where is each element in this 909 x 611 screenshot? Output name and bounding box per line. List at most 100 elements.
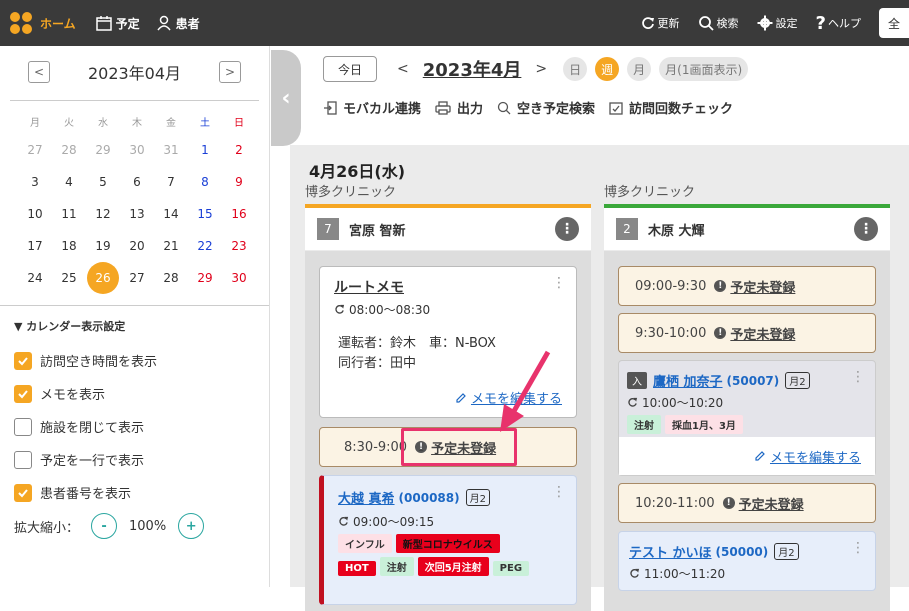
edit-memo-link[interactable]: メモを編集する [754,447,861,466]
next-month-button[interactable]: > [219,61,241,83]
calendar-day[interactable]: 23 [222,233,256,259]
search-button[interactable]: 検索 [698,15,739,31]
checkbox-unchecked-icon[interactable] [14,417,32,436]
today-button[interactable]: 今日 [323,56,378,82]
prev-period-icon[interactable]: < [397,61,409,77]
prev-month-button[interactable]: < [28,61,50,83]
calendar-day[interactable]: 4 [52,169,86,195]
patient-card[interactable]: ⋮ テスト かいほ (50000) 月2 11:00〜11:20 [618,531,876,591]
pencil-icon [456,392,466,403]
free-slot[interactable]: 10:20-11:00 ! 予定未登録 [618,483,876,523]
calendar-day-today[interactable]: 26 [86,262,120,294]
calendar-day[interactable]: 12 [86,201,120,227]
calendar-day[interactable]: 27 [120,265,154,291]
tag-row: インフル 新型コロナウイルス [338,534,562,553]
option-single-line[interactable]: 予定を一行で表示 [14,443,269,476]
calendar-day[interactable]: 11 [52,201,86,227]
patient-name[interactable]: 大越 真希 [338,488,395,507]
patient-id: (000088) [398,490,460,505]
unregistered-link[interactable]: ! 予定未登録 [714,277,795,296]
calendar-day[interactable]: 22 [188,233,222,259]
slot-time: 09:00-9:30 [635,278,707,294]
calendar-day[interactable]: 28 [154,265,188,291]
patient-name[interactable]: 鷹栖 加奈子 [653,371,723,390]
more-options-icon[interactable]: ⋮ [851,369,865,385]
nav-home[interactable]: ホーム [40,15,76,32]
calendar-day[interactable]: 29 [86,137,120,163]
current-month[interactable]: 2023年4月 [423,56,522,82]
view-week-button[interactable]: 週 [595,57,620,81]
calendar-day[interactable]: 15 [188,201,222,227]
calendar-day[interactable]: 13 [120,201,154,227]
help-button[interactable]: ? ヘルプ [816,13,861,34]
calendar-day[interactable]: 14 [154,201,188,227]
unregistered-link[interactable]: ! 予定未登録 [722,494,804,513]
nav-schedule[interactable]: 予定 [95,15,140,32]
zoom-in-button[interactable]: + [178,513,205,539]
view-day-button[interactable]: 日 [563,57,588,81]
app-logo[interactable] [10,12,32,34]
calendar-day[interactable]: 1 [188,137,222,163]
calendar-check-icon [609,101,623,115]
calendar-day[interactable]: 29 [188,265,222,291]
calendar-day[interactable]: 28 [52,137,86,163]
sidebar-collapse-button[interactable]: ‹ [271,50,301,146]
unregistered-link[interactable]: ! 予定未登録 [714,324,795,343]
more-options-icon[interactable]: ⋮ [851,540,865,556]
calendar-day[interactable]: 30 [222,265,256,291]
checkbox-checked-icon[interactable] [14,351,32,370]
calendar-day[interactable]: 10 [18,201,52,227]
calendar-day[interactable]: 5 [86,169,120,195]
calendar-day[interactable]: 16 [222,201,256,227]
calendar-day[interactable]: 6 [120,169,154,195]
option-show-memo[interactable]: メモを表示 [14,377,269,410]
help-icon: ? [815,12,826,34]
calendar-day[interactable]: 19 [86,233,120,259]
checkbox-checked-icon[interactable] [14,483,32,502]
calendar-day[interactable]: 20 [120,233,154,259]
view-month-button[interactable]: 月 [627,57,652,81]
calendar-day[interactable]: 25 [52,265,86,291]
calendar-day[interactable]: 24 [18,265,52,291]
view-month-single-button[interactable]: 月(1画面表示) [659,57,749,81]
more-options-icon[interactable]: ⋮ [555,217,579,241]
calendar-day[interactable]: 7 [154,169,188,195]
calendar-day[interactable]: 18 [52,233,86,259]
checkbox-unchecked-icon[interactable] [14,450,32,469]
option-collapse-facility[interactable]: 施設を閉じて表示 [14,410,269,443]
option-show-patient-number[interactable]: 患者番号を表示 [14,476,269,509]
calendar-day[interactable]: 2 [222,137,256,163]
calendar-day[interactable]: 17 [18,233,52,259]
more-options-icon[interactable]: ⋮ [552,484,566,500]
calendar-day[interactable]: 8 [188,169,222,195]
memo-title[interactable]: ルートメモ [334,277,562,297]
patient-card[interactable]: ⋮ 大越 真希 (000088) 月2 09:00〜09:15 インフル 新型コロ… [319,475,577,605]
settings-button[interactable]: 設定 [757,15,798,31]
more-options-icon[interactable]: ⋮ [552,275,566,291]
visit-count-check-button[interactable]: 訪問回数チェック [609,98,733,117]
free-slot[interactable]: 9:30-10:00 ! 予定未登録 [618,313,876,353]
mobacal-link-button[interactable]: モバカル連携 [323,98,421,117]
calendar-day[interactable]: 30 [120,137,154,163]
calendar-day[interactable]: 27 [18,137,52,163]
free-slot-search-button[interactable]: 空き予定検索 [497,98,595,117]
option-show-free-time[interactable]: 訪問空き時間を表示 [14,344,269,377]
calendar-day[interactable]: 21 [154,233,188,259]
next-period-icon[interactable]: > [535,61,547,77]
fullscreen-button[interactable]: 全 [879,8,909,38]
checkbox-checked-icon[interactable] [14,384,32,403]
patient-name[interactable]: テスト かいほ [629,542,712,561]
search-label: 検索 [716,17,739,30]
calendar-day[interactable]: 3 [18,169,52,195]
patient-card[interactable]: ⋮ 入 鷹栖 加奈子 (50007) 月2 10:00〜10:20 注射 採血1月… [618,360,876,476]
nav-patients[interactable]: 患者 [156,15,200,32]
more-options-icon[interactable]: ⋮ [854,217,878,241]
weekday-label: 月 [30,117,40,129]
free-slot[interactable]: 09:00-9:30 ! 予定未登録 [618,266,876,306]
calendar-day[interactable]: 9 [222,169,256,195]
calendar-day[interactable]: 31 [154,137,188,163]
refresh-button[interactable]: 更新 [641,15,680,31]
print-button[interactable]: 出力 [435,98,483,117]
settings-title[interactable]: ▼ カレンダー表示設定 [14,318,269,334]
zoom-out-button[interactable]: - [91,513,118,539]
